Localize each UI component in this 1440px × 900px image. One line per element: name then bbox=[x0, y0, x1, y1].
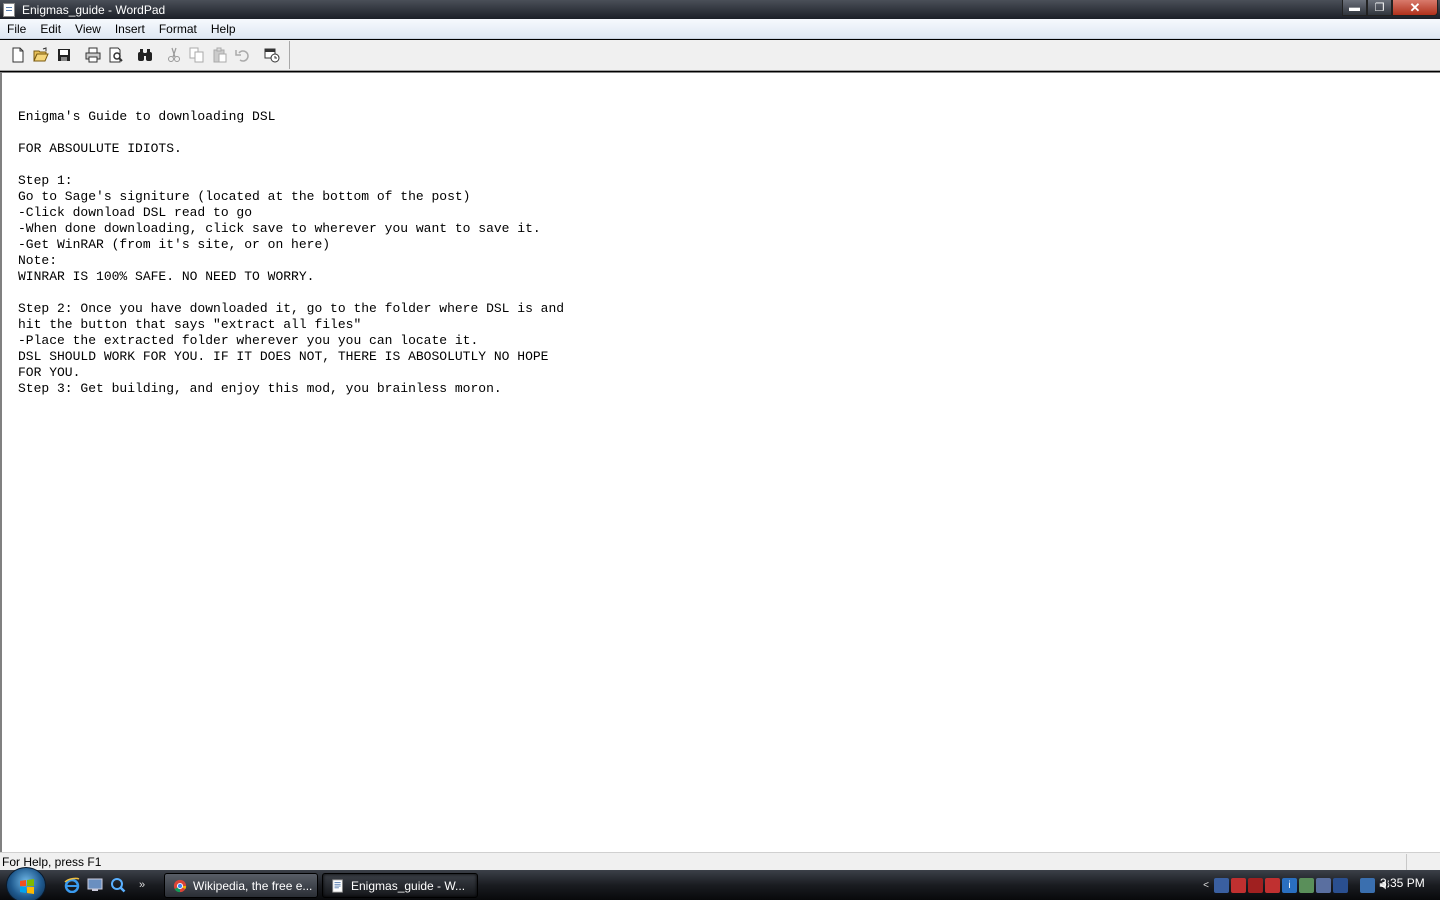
date-time-icon bbox=[264, 48, 279, 63]
network-icon[interactable] bbox=[1360, 877, 1375, 893]
windows-logo-icon bbox=[20, 879, 34, 894]
status-bar: For Help, press F1 bbox=[0, 852, 1440, 870]
minimize-button[interactable]: ▬ bbox=[1342, 0, 1367, 16]
document-line: DSL SHOULD WORK FOR YOU. IF IT DOES NOT,… bbox=[18, 349, 549, 364]
document-line: Go to Sage's signiture (located at the b… bbox=[18, 189, 471, 204]
document-line: -Click download DSL read to go bbox=[18, 205, 253, 220]
task-button-wordpad[interactable]: Enigmas_guide - W... bbox=[322, 873, 478, 898]
document-area[interactable]: Enigma's Guide to downloading DSL FOR ABS… bbox=[0, 72, 1440, 852]
search-icon[interactable] bbox=[108, 875, 127, 894]
document-line: -When done downloading, click save to wh… bbox=[18, 221, 541, 236]
clock[interactable]: 3:35 PM bbox=[1380, 876, 1425, 890]
print-preview-button[interactable] bbox=[104, 44, 127, 66]
window-controls: ▬ ❐ ✕ bbox=[1342, 0, 1438, 17]
toolbar-group bbox=[6, 41, 290, 69]
cut-button[interactable] bbox=[162, 44, 185, 66]
internet-explorer-icon[interactable] bbox=[62, 875, 81, 894]
title-bar[interactable]: Enigmas_guide - WordPad ▬ ❐ ✕ bbox=[0, 0, 1440, 19]
menu-edit[interactable]: Edit bbox=[33, 19, 68, 39]
print-icon bbox=[85, 47, 100, 63]
document-line: -Place the extracted folder wherever you… bbox=[18, 333, 479, 348]
find-icon bbox=[137, 49, 152, 61]
quick-launch: » bbox=[62, 875, 145, 894]
document-line: Enigma's Guide to downloading DSL bbox=[18, 109, 276, 124]
paste-icon bbox=[213, 47, 226, 63]
maximize-button[interactable]: ❐ bbox=[1367, 0, 1392, 16]
copy-button[interactable] bbox=[185, 44, 208, 66]
start-button[interactable] bbox=[6, 867, 46, 900]
tray-expand-button[interactable]: < bbox=[1200, 878, 1212, 893]
window-title: Enigmas_guide - WordPad bbox=[22, 2, 166, 17]
document-line: FOR ABSOULUTE IDIOTS. bbox=[18, 141, 182, 156]
wordpad-icon[interactable] bbox=[3, 2, 15, 17]
copy-icon bbox=[189, 47, 203, 63]
chrome-icon bbox=[173, 879, 187, 892]
menu-bar: File Edit View Insert Format Help bbox=[0, 19, 1440, 39]
task-button-browser[interactable]: Wikipedia, the free e... bbox=[164, 873, 318, 898]
cut-icon bbox=[167, 47, 180, 62]
undo-icon bbox=[234, 50, 249, 62]
print-preview-icon bbox=[109, 47, 123, 63]
document-line: FOR YOU. bbox=[18, 365, 81, 380]
save-icon bbox=[57, 49, 70, 61]
close-button[interactable]: ✕ bbox=[1392, 0, 1438, 16]
new-button[interactable] bbox=[6, 44, 29, 66]
undo-button[interactable] bbox=[231, 44, 254, 66]
people-icon[interactable] bbox=[1316, 877, 1331, 893]
menu-insert[interactable]: Insert bbox=[108, 19, 152, 39]
save-button[interactable] bbox=[52, 44, 75, 66]
task-label: Enigmas_guide - W... bbox=[351, 878, 466, 893]
document-line: Note: bbox=[18, 253, 58, 268]
open-icon bbox=[32, 47, 49, 62]
document-line: Step 3: Get building, and enjoy this mod… bbox=[18, 381, 502, 396]
open-button[interactable] bbox=[29, 44, 52, 66]
date-time-button[interactable] bbox=[260, 44, 283, 66]
document-line: -Get WinRAR (from it's site, or on here) bbox=[18, 237, 331, 252]
print-button[interactable] bbox=[81, 44, 104, 66]
system-tray: < i bbox=[1200, 874, 1392, 896]
shield-icon[interactable] bbox=[1248, 877, 1263, 893]
task-label: Wikipedia, the free e... bbox=[193, 878, 313, 893]
show-desktop-icon[interactable] bbox=[85, 875, 104, 894]
display-icon[interactable] bbox=[1333, 877, 1348, 893]
menu-view[interactable]: View bbox=[68, 19, 108, 39]
document-text[interactable]: Enigma's Guide to downloading DSL FOR ABS… bbox=[18, 93, 564, 397]
status-pane bbox=[1406, 853, 1440, 870]
info-icon[interactable]: i bbox=[1282, 877, 1297, 893]
update-icon[interactable] bbox=[1299, 877, 1314, 893]
find-button[interactable] bbox=[133, 44, 156, 66]
taskbar: » Wikipedia, the free e... Enigmas_guide… bbox=[0, 867, 1440, 900]
network-app-icon[interactable] bbox=[1214, 877, 1229, 893]
menu-format[interactable]: Format bbox=[152, 19, 204, 39]
document-line: Step 1: bbox=[18, 173, 73, 188]
status-text: For Help, press F1 bbox=[2, 854, 102, 869]
document-line: WINRAR IS 100% SAFE. NO NEED TO WORRY. bbox=[18, 269, 315, 284]
new-icon bbox=[12, 47, 23, 63]
antivirus-icon[interactable] bbox=[1231, 877, 1246, 893]
wordpad-icon bbox=[332, 878, 343, 893]
document-line: Step 2: Once you have downloaded it, go … bbox=[18, 301, 565, 316]
document-line: hit the button that says "extract all fi… bbox=[18, 317, 362, 332]
menu-file[interactable]: File bbox=[0, 19, 33, 39]
quick-launch-more[interactable]: » bbox=[139, 879, 145, 891]
paste-button[interactable] bbox=[208, 44, 231, 66]
toolbar bbox=[0, 40, 1440, 71]
security-icon[interactable] bbox=[1265, 877, 1280, 893]
menu-help[interactable]: Help bbox=[204, 19, 243, 39]
